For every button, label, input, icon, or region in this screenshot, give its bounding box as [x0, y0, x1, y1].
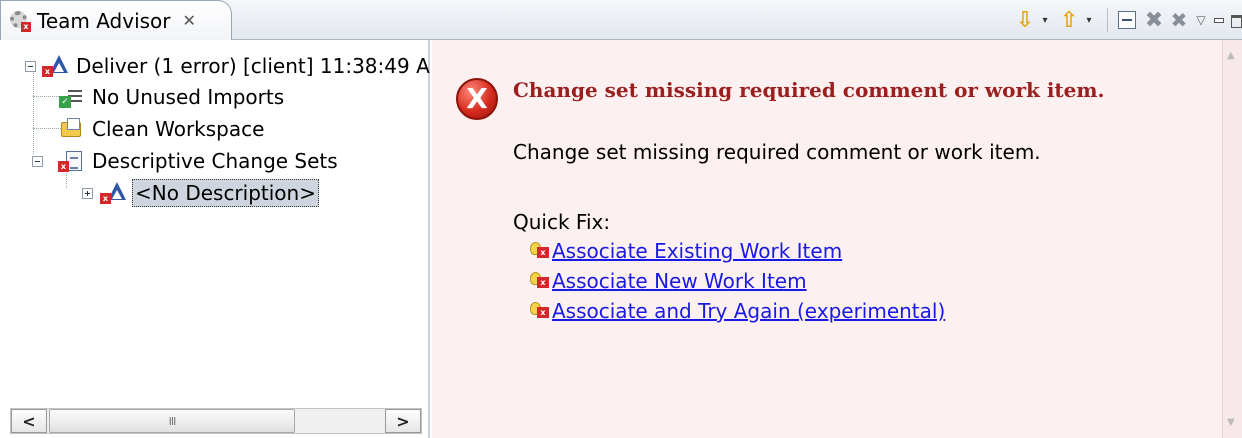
scroll-up-icon[interactable]: ▲: [1227, 50, 1235, 61]
team-advisor-icon: x: [9, 10, 31, 32]
quick-fix-icon: x: [530, 301, 552, 321]
workspace-passed-icon: [58, 117, 84, 141]
deliver-error-icon: x: [42, 54, 68, 78]
tree-item-label: Descriptive Change Sets: [92, 149, 338, 173]
tree-item-label: Clean Workspace: [92, 117, 265, 141]
collapse-icon[interactable]: [32, 155, 43, 167]
tree-item-no-unused-imports[interactable]: ✓ No Unused Imports: [58, 81, 286, 113]
tree-item-deliver[interactable]: x Deliver (1 error) [client] 11:38:49 A: [25, 50, 432, 82]
problem-description: Change set missing required comment or w…: [513, 140, 1041, 164]
previous-arrow-icon[interactable]: ⇧: [1057, 7, 1081, 33]
close-icon[interactable]: ✕: [183, 11, 196, 30]
minimize-icon[interactable]: [1210, 11, 1228, 29]
check-passed-icon: ✓: [58, 85, 84, 109]
quick-fix-item: x Associate Existing Work Item: [530, 238, 842, 264]
tree-item-label: <No Description>: [132, 179, 319, 207]
quick-fix-associate-existing-link[interactable]: Associate Existing Work Item: [552, 239, 842, 263]
next-arrow-icon[interactable]: ⇩: [1013, 7, 1037, 33]
tree-item-descriptive-change-sets[interactable]: x Descriptive Change Sets: [32, 145, 340, 177]
vertical-scrollbar[interactable]: ▲ ▼: [1222, 40, 1242, 438]
remove-icon[interactable]: ✖: [1142, 7, 1166, 33]
toolbar-separator: [1107, 8, 1108, 32]
tab-title: Team Advisor: [37, 8, 171, 33]
quick-fix-associate-new-link[interactable]: Associate New Work Item: [552, 269, 807, 293]
next-dropdown-icon[interactable]: ▾: [1037, 7, 1053, 33]
expand-icon[interactable]: [82, 187, 93, 199]
quick-fix-label: Quick Fix:: [513, 210, 611, 234]
view-menu-icon[interactable]: ▽: [1192, 7, 1210, 33]
scroll-left-button[interactable]: <: [11, 409, 47, 433]
scroll-right-button[interactable]: >: [385, 409, 421, 433]
view-tab-bar: x Team Advisor ✕ ⇩ ▾ ⇧ ▾ ✖ ✖ ▽: [0, 0, 1242, 40]
quick-fix-item: x Associate and Try Again (experimental): [530, 298, 945, 324]
collapse-icon[interactable]: [25, 60, 36, 72]
tree-item-no-description[interactable]: x <No Description>: [82, 177, 319, 209]
advisor-tree: x Deliver (1 error) [client] 11:38:49 A …: [0, 40, 430, 438]
team-advisor-tab[interactable]: x Team Advisor ✕: [0, 0, 232, 40]
quick-fix-icon: x: [530, 271, 552, 291]
maximize-icon[interactable]: [1228, 11, 1242, 29]
remove-all-icon[interactable]: ✖: [1166, 7, 1192, 33]
tree-item-label: No Unused Imports: [92, 85, 285, 109]
scroll-down-icon[interactable]: ▼: [1227, 417, 1235, 428]
scroll-thumb[interactable]: III: [49, 409, 295, 433]
tree-item-clean-workspace[interactable]: Clean Workspace: [58, 113, 266, 145]
problem-details-pane: X Change set missing required comment or…: [432, 40, 1242, 438]
change-set-error-icon: x: [58, 149, 84, 173]
problem-heading: Change set missing required comment or w…: [513, 78, 1105, 102]
tree-item-label: Deliver (1 error) [client] 11:38:49 A: [76, 54, 430, 78]
quick-fix-icon: x: [530, 241, 552, 261]
previous-dropdown-icon[interactable]: ▾: [1081, 7, 1097, 33]
quick-fix-associate-try-again-link[interactable]: Associate and Try Again (experimental): [552, 299, 945, 323]
view-toolbar: ⇩ ▾ ⇧ ▾ ✖ ✖ ▽: [1013, 0, 1242, 40]
collapse-all-icon[interactable]: [1118, 11, 1136, 29]
error-icon: X: [456, 78, 498, 120]
quick-fix-item: x Associate New Work Item: [530, 268, 807, 294]
change-set-item-error-icon: x: [100, 181, 126, 205]
horizontal-scrollbar[interactable]: < III >: [10, 408, 422, 434]
